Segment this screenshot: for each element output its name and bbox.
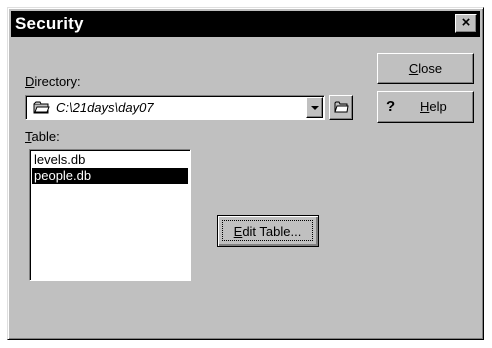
folder-icon (33, 101, 50, 117)
chevron-down-icon (311, 106, 319, 110)
focus-rectangle: Edit Table... (222, 220, 313, 241)
help-button[interactable]: ? Help (377, 91, 474, 123)
help-label: Help (420, 99, 447, 114)
open-folder-icon (334, 101, 349, 113)
list-item[interactable]: levels.db (32, 152, 188, 168)
close-button[interactable]: Close (377, 53, 474, 84)
question-mark-icon: ? (386, 98, 396, 115)
directory-combobox[interactable]: C:\21days\day07 (25, 95, 325, 120)
title-bar[interactable]: Security × (11, 11, 480, 37)
browse-folder-button[interactable] (329, 95, 353, 120)
directory-dropdown-button[interactable] (306, 97, 323, 118)
list-item-selected[interactable]: people.db (32, 168, 188, 184)
directory-value: C:\21days\day07 (56, 100, 154, 115)
window-title: Security (15, 14, 84, 33)
close-icon: × (461, 14, 471, 31)
edit-table-button[interactable]: Edit Table... (217, 215, 319, 247)
table-label: Table: (25, 129, 60, 144)
directory-label: Directory: (25, 74, 81, 89)
security-dialog: Security × Directory: C:\21days\day07 Ta… (7, 7, 484, 340)
close-window-button[interactable]: × (455, 14, 477, 33)
table-listbox[interactable]: levels.db people.db (29, 149, 191, 281)
